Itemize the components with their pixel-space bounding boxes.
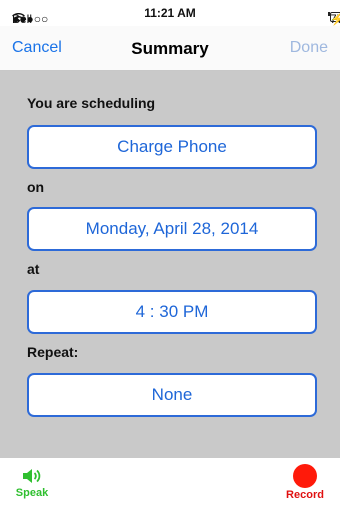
record-label: Record [286,489,324,501]
record-button[interactable]: Record [282,464,328,501]
speak-button[interactable]: Speak [12,466,52,499]
done-button[interactable]: Done [290,39,328,57]
status-time: 11:21 AM [144,6,196,20]
task-field[interactable]: Charge Phone [27,125,317,169]
repeat-label: Repeat: [27,344,79,360]
bolt-icon: ⚡ [330,12,340,26]
repeat-field[interactable]: None [27,373,317,417]
status-bar: ●●●○○ Bell 11:21 AM 77% ⚡ [0,0,340,26]
summary-form: You are scheduling Charge Phone on Monda… [0,71,340,458]
speak-label: Speak [15,487,49,499]
bottom-toolbar: Speak Record [0,458,340,506]
speaker-icon [21,466,43,486]
on-label: on [27,179,45,195]
scheduling-label: You are scheduling [27,95,156,111]
at-label: at [27,261,40,277]
time-field[interactable]: 4 : 30 PM [27,290,317,334]
record-dot-icon [293,464,317,488]
app-screen: ●●●○○ Bell 11:21 AM 77% ⚡ Cancel Summary… [0,0,340,506]
navigation-bar: Cancel Summary Done [0,26,340,71]
date-field[interactable]: Monday, April 28, 2014 [27,207,317,251]
